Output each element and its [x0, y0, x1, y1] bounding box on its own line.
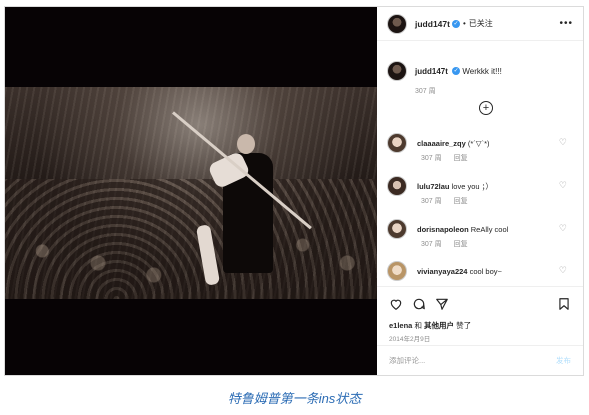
post-caption: judd147t ✓ Werkkk it!!!: [387, 61, 502, 81]
comment-username[interactable]: lulu72lau: [417, 182, 450, 191]
verified-badge-icon: ✓: [451, 19, 460, 28]
likes-others-link[interactable]: 其他用户: [424, 321, 454, 330]
comment-time: 307 周: [421, 241, 442, 248]
comment-avatar[interactable]: [387, 176, 407, 196]
header-separator: •: [462, 19, 466, 28]
comment-reply-button[interactable]: 回复: [454, 155, 468, 162]
likes-summary: e1lena 和 其他用户 赞了: [389, 320, 471, 331]
like-comment-heart-icon[interactable]: ♡: [559, 265, 567, 276]
comment-username[interactable]: dorisnapoleon: [417, 225, 469, 234]
comment-username[interactable]: claaaaire_zqy: [417, 139, 466, 148]
post-photo[interactable]: [5, 87, 377, 299]
photo-crowd: [5, 179, 377, 299]
photo-player-head: [237, 134, 255, 154]
comment-reply-button[interactable]: 回复: [454, 198, 468, 205]
action-icons: [389, 297, 449, 311]
comment-time: 307 周: [421, 155, 442, 162]
post-photo-panel: [5, 7, 377, 375]
comment-avatar[interactable]: [387, 133, 407, 153]
like-comment-heart-icon[interactable]: ♡: [559, 223, 567, 234]
load-more-comments-icon[interactable]: +: [479, 101, 493, 115]
comment-meta: 307 周 回复: [421, 153, 478, 163]
caption-verified-badge-icon: ✓: [452, 67, 461, 76]
figure-caption: 特鲁姆普第一条ins状态: [227, 391, 362, 406]
comment-item: dorisnapoleon ReAlly cool ♡ 307 周 回复: [387, 219, 577, 249]
caption-time: 307 周: [415, 88, 436, 95]
post-header: judd147t ✓ • 已关注 •••: [377, 7, 583, 41]
comment-bubble-icon[interactable]: [412, 297, 426, 311]
following-button[interactable]: 已关注: [469, 18, 493, 29]
comment-meta: 307 周 回复: [421, 239, 478, 249]
like-heart-icon[interactable]: [389, 297, 403, 311]
post-date: 2014年2月9日: [389, 336, 431, 343]
save-bookmark-icon[interactable]: [557, 297, 571, 311]
comment-time: 307 周: [421, 198, 442, 205]
add-comment-input[interactable]: 添加评论...: [389, 355, 425, 366]
share-send-icon[interactable]: [435, 297, 449, 311]
caption-text: judd147t ✓ Werkkk it!!!: [415, 67, 502, 76]
comment-reply-button[interactable]: 回复: [454, 241, 468, 248]
comment-body: (*´▽`*): [467, 138, 490, 148]
comment-text: dorisnapoleon ReAlly cool: [417, 225, 508, 234]
comment-avatar[interactable]: [387, 261, 407, 281]
post-comment-button[interactable]: 发布: [556, 355, 571, 366]
post-frame: judd147t ✓ • 已关注 ••• judd147t ✓ Werkkk i…: [4, 6, 584, 376]
likes-and: 和: [414, 321, 422, 330]
comment-body: ReAlly cool: [470, 224, 509, 234]
comment-username[interactable]: vivianyaya224: [417, 267, 467, 276]
comment-text: lulu72lau love you ；）: [417, 181, 493, 192]
comment-meta: 307 周 回复: [421, 196, 478, 206]
comment-body: cool boy~: [469, 266, 502, 276]
caption-body: Werkkk it!!!: [462, 66, 502, 76]
likes-suffix: 赞了: [456, 321, 472, 330]
more-options-icon[interactable]: •••: [559, 18, 573, 29]
comment-item: lulu72lau love you ；） ♡ 307 周 回复: [387, 176, 577, 206]
author-username[interactable]: judd147t: [415, 19, 450, 29]
like-comment-heart-icon[interactable]: ♡: [559, 137, 567, 148]
comment-text: vivianyaya224 cool boy~: [417, 267, 502, 276]
post-side-panel: judd147t ✓ • 已关注 ••• judd147t ✓ Werkkk i…: [377, 7, 583, 375]
comment-avatar[interactable]: [387, 219, 407, 239]
caption-username[interactable]: judd147t: [415, 67, 448, 76]
comment-text: claaaaire_zqy (*´▽`*): [417, 139, 490, 148]
caption-meta: 307 周: [415, 86, 446, 96]
author-avatar[interactable]: [387, 13, 407, 34]
like-comment-heart-icon[interactable]: ♡: [559, 180, 567, 191]
comment-item: claaaaire_zqy (*´▽`*) ♡ 307 周 回复: [387, 133, 577, 163]
add-comment-bar: 添加评论... 发布: [377, 345, 583, 375]
caption-author-avatar[interactable]: [387, 61, 407, 81]
likes-username[interactable]: e1lena: [389, 321, 412, 330]
comment-body: love you ；）: [451, 181, 493, 191]
